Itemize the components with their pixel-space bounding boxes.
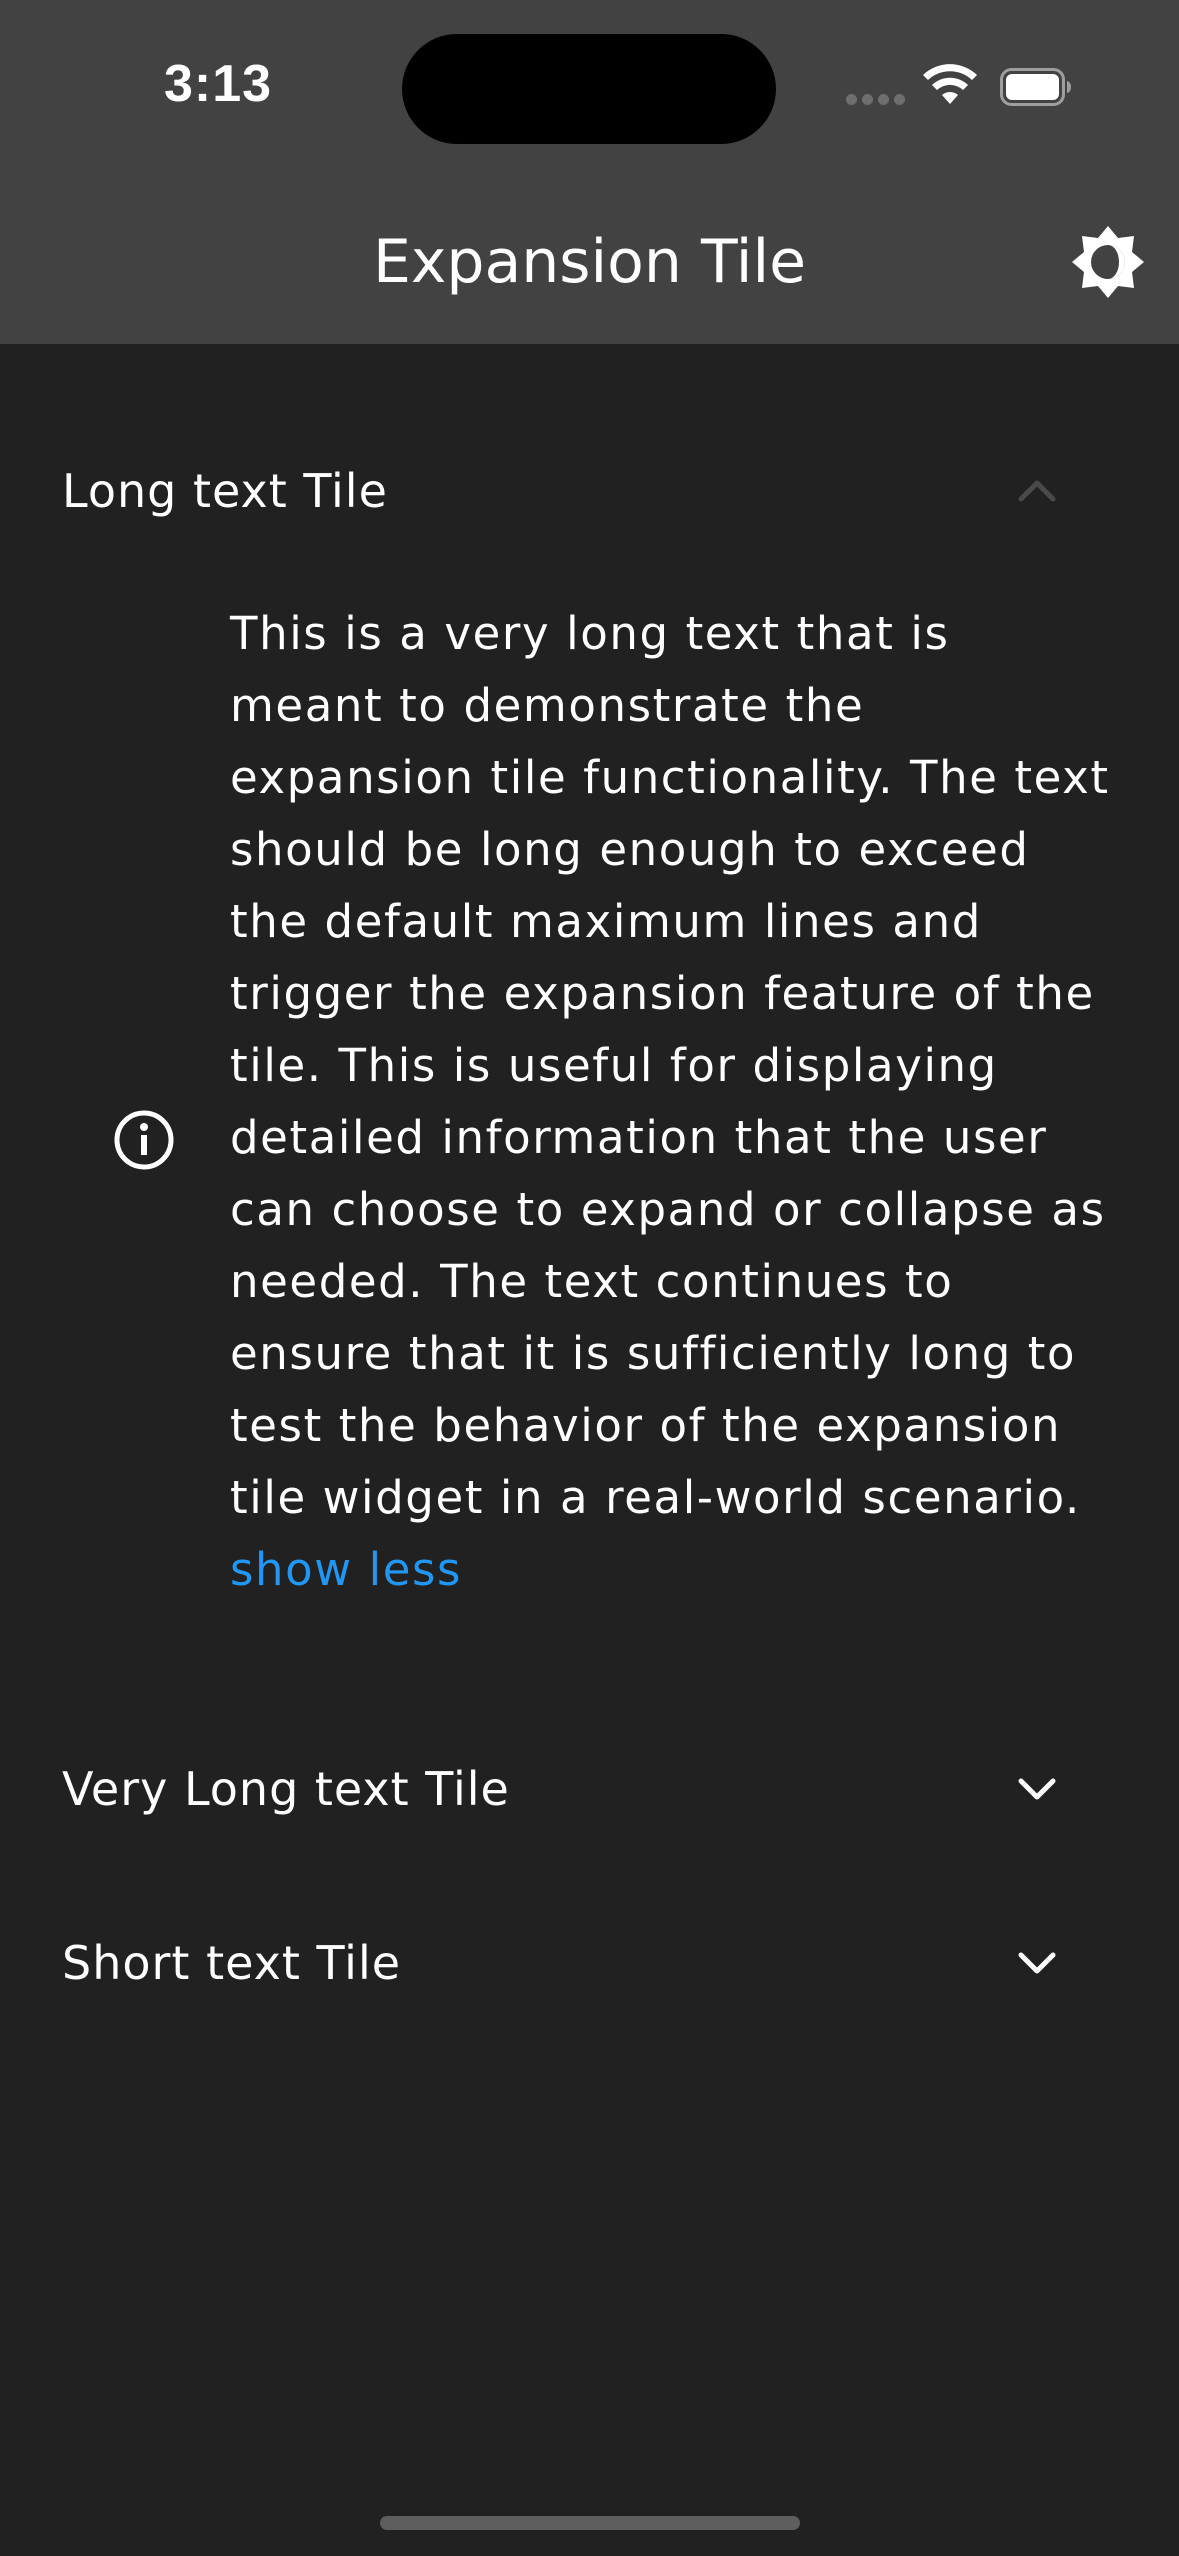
- tile-title: Very Long text Tile: [62, 1762, 510, 1816]
- info-icon: [114, 1110, 174, 1170]
- dynamic-island: [402, 34, 776, 144]
- page-title: Expansion Tile: [372, 227, 807, 297]
- status-time: 3:13: [164, 55, 273, 113]
- app-bar: 3:13 Expansion Tile: [0, 0, 1179, 344]
- chevron-up-icon: [1018, 480, 1056, 502]
- tile-short-text[interactable]: Short text Tile: [0, 1908, 1179, 2018]
- tile-title: Long text Tile: [62, 464, 388, 518]
- wifi-icon: [923, 64, 977, 104]
- home-indicator[interactable]: [380, 2516, 800, 2530]
- battery-icon: [1000, 68, 1071, 106]
- chevron-down-icon: [1018, 1952, 1056, 1974]
- tile-very-long-text[interactable]: Very Long text Tile: [0, 1734, 1179, 1844]
- tile-title: Short text Tile: [62, 1936, 402, 1990]
- screen: 3:13 Expansion Tile Long text Tile This …: [0, 0, 1179, 2556]
- brightness-icon[interactable]: [1072, 226, 1144, 298]
- tile-body-text: This is a very long text that is meant t…: [230, 607, 1110, 1524]
- tile-long-text-body: This is a very long text that is meant t…: [230, 598, 1110, 1606]
- show-less-link[interactable]: show less: [230, 1534, 1110, 1606]
- tile-long-text-content: This is a very long text that is meant t…: [0, 580, 1179, 1680]
- cellular-signal-icon: [846, 94, 906, 106]
- chevron-down-icon: [1018, 1778, 1056, 1800]
- tile-long-text[interactable]: Long text Tile: [0, 436, 1179, 546]
